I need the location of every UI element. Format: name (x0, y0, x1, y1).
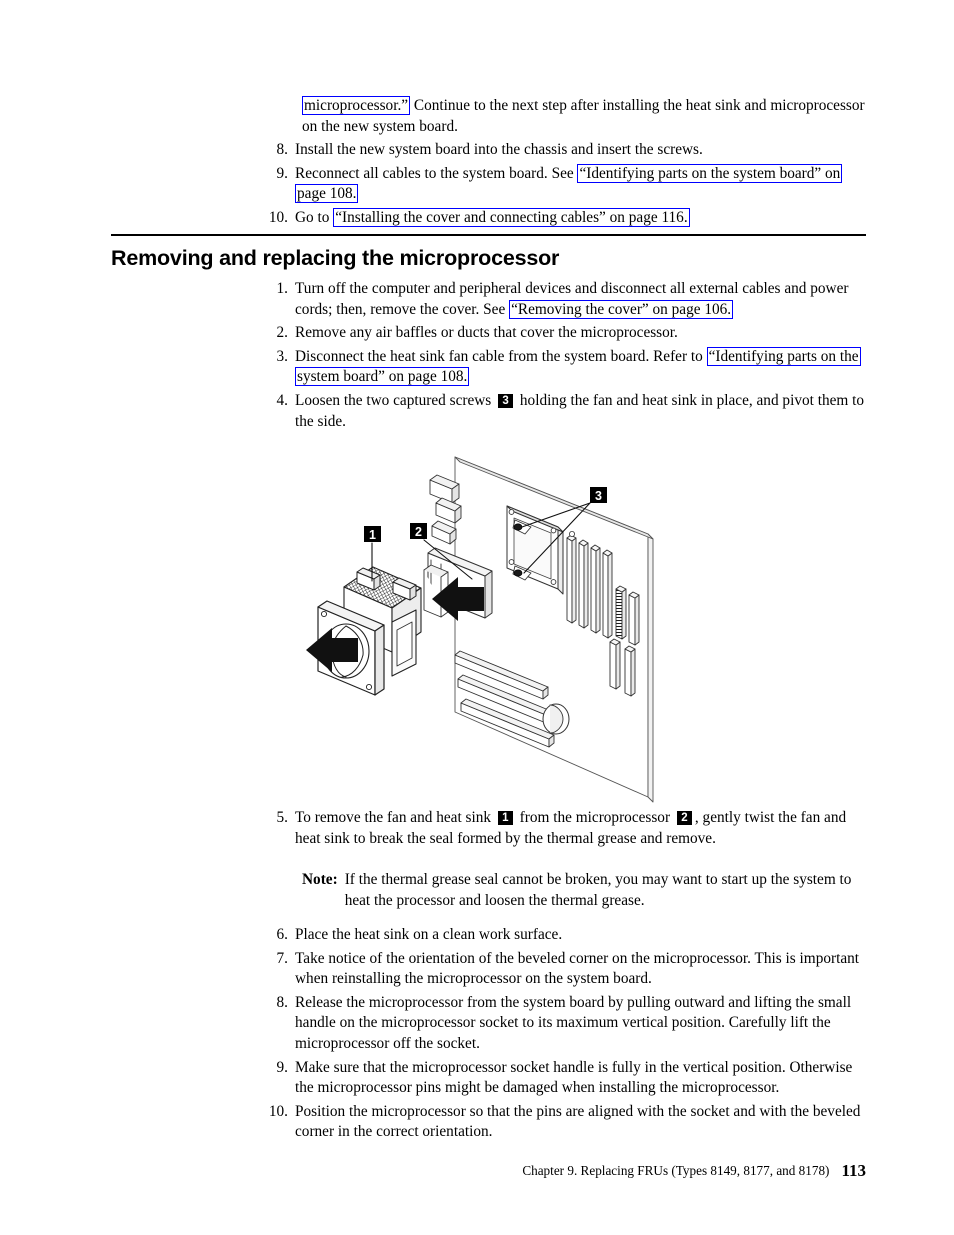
step-text-segment: from the microprocessor (515, 809, 674, 826)
list-item: 4. Loosen the two captured screws 3 hold… (246, 391, 866, 432)
step-number: 2. (276, 324, 288, 342)
list-item: 1. Turn off the computer and peripheral … (246, 279, 866, 320)
step-text-segment: Reconnect all cables to the system board… (295, 164, 578, 182)
list-item: 10. Go to “Installing the cover and conn… (246, 207, 866, 229)
step-text: Install the new system board into the ch… (295, 140, 866, 161)
callout-chip-1: 1 (497, 811, 513, 825)
coin-battery (542, 703, 570, 735)
figure-callout-2: 2 (410, 523, 427, 539)
step-number: 8. (276, 993, 288, 1011)
list-item: 8. Release the microprocessor from the s… (246, 993, 866, 1055)
list-item: 10. Position the microprocessor so that … (246, 1102, 866, 1143)
step-number: 10. (268, 208, 288, 226)
step-number: 8. (276, 141, 288, 158)
callout-chip-3: 3 (498, 393, 514, 408)
step-text: Turn off the computer and peripheral dev… (295, 279, 866, 320)
step-number: 9. (276, 164, 288, 182)
fan-heat-sink-assembly (317, 566, 422, 696)
page-title: Removing and replacing the microprocesso… (111, 246, 560, 270)
figure-callout-3: 3 (590, 487, 607, 503)
svg-text:1: 1 (369, 528, 376, 542)
svg-text:2: 2 (415, 525, 422, 539)
top-steps-list: 8. Install the new system board into the… (246, 140, 866, 231)
page-footer: Chapter 9. Replacing FRUs (Types 8149, 8… (111, 1162, 866, 1180)
xref-link-microprocessor[interactable]: microprocessor.” (302, 96, 411, 115)
step-number: 5. (276, 809, 288, 826)
note-label: Note: (302, 871, 338, 889)
document-page: microprocessor.” Continue to the next st… (0, 0, 954, 1235)
step-text-segment: Install the new system board into the ch… (295, 141, 703, 158)
continuation-paragraph: microprocessor.” Continue to the next st… (302, 96, 866, 137)
step-text-segment: Remove any air baffles or ducts that cov… (295, 324, 678, 342)
step-5-block: 5. To remove the fan and heat sink 1 fro… (246, 808, 866, 911)
heading-rule (111, 234, 866, 236)
step-text-segment: Disconnect the heat sink fan cable from … (295, 347, 707, 365)
step-number: 10. (268, 1102, 288, 1120)
note-text: If the thermal grease seal cannot be bro… (344, 871, 852, 909)
list-item: 7. Take notice of the orientation of the… (246, 949, 866, 990)
procedure-steps-list: 1. Turn off the computer and peripheral … (246, 279, 866, 435)
step-text: To remove the fan and heat sink 1 from t… (295, 808, 866, 849)
list-item: 5. To remove the fan and heat sink 1 fro… (246, 808, 866, 849)
step-text-segment: To remove the fan and heat sink (295, 809, 495, 826)
step-text-segment: Loosen the two captured screws (295, 391, 496, 409)
step-text-segment: Go to (295, 208, 334, 226)
step-number: 3. (276, 347, 288, 365)
step-text: Remove any air baffles or ducts that cov… (295, 323, 866, 344)
rear-io-ports (429, 474, 462, 545)
callout-chip-2: 2 (676, 811, 692, 825)
list-item: 3. Disconnect the heat sink fan cable fr… (246, 346, 866, 388)
list-item: 6. Place the heat sink on a clean work s… (246, 925, 866, 946)
svg-text:3: 3 (595, 489, 602, 503)
step-text: Take notice of the orientation of the be… (295, 949, 860, 988)
step-number: 6. (276, 926, 288, 943)
xref-link-removing-cover[interactable]: “Removing the cover” on page 106. (509, 299, 734, 319)
step-text: Disconnect the heat sink fan cable from … (295, 346, 866, 388)
step-number: 9. (276, 1058, 288, 1076)
list-item: 9. Make sure that the microprocessor soc… (246, 1058, 866, 1099)
step-text: Make sure that the microprocessor socket… (295, 1058, 853, 1097)
page-number: 113 (841, 1161, 866, 1180)
step-text: Loosen the two captured screws 3 holding… (295, 391, 866, 432)
xref-link-installing-cover[interactable]: “Installing the cover and connecting cab… (333, 207, 690, 227)
step-number: 7. (276, 949, 288, 967)
list-item: 9. Reconnect all cables to the system bo… (246, 163, 866, 205)
step-text: Release the microprocessor from the syst… (295, 993, 852, 1052)
list-item: 8. Install the new system board into the… (246, 140, 866, 161)
step-number: 4. (276, 391, 288, 409)
step-text: Go to “Installing the cover and connecti… (295, 207, 866, 229)
procedure-steps-list-continued: 6. Place the heat sink on a clean work s… (246, 925, 866, 1146)
step-text: Place the heat sink on a clean work surf… (295, 926, 563, 943)
step-number: 1. (276, 280, 288, 297)
list-item: 2. Remove any air baffles or ducts that … (246, 323, 866, 344)
step-text: Reconnect all cables to the system board… (295, 163, 866, 205)
footer-chapter-text: Chapter 9. Replacing FRUs (Types 8149, 8… (522, 1163, 830, 1178)
system-board-illustration: 1 2 3 (300, 448, 680, 810)
top-continuation-block: microprocessor.” Continue to the next st… (246, 96, 866, 137)
step-text: Position the microprocessor so that the … (295, 1102, 861, 1141)
figure-callout-1: 1 (364, 526, 381, 542)
note-block: Note: If the thermal grease seal cannot … (302, 870, 858, 911)
